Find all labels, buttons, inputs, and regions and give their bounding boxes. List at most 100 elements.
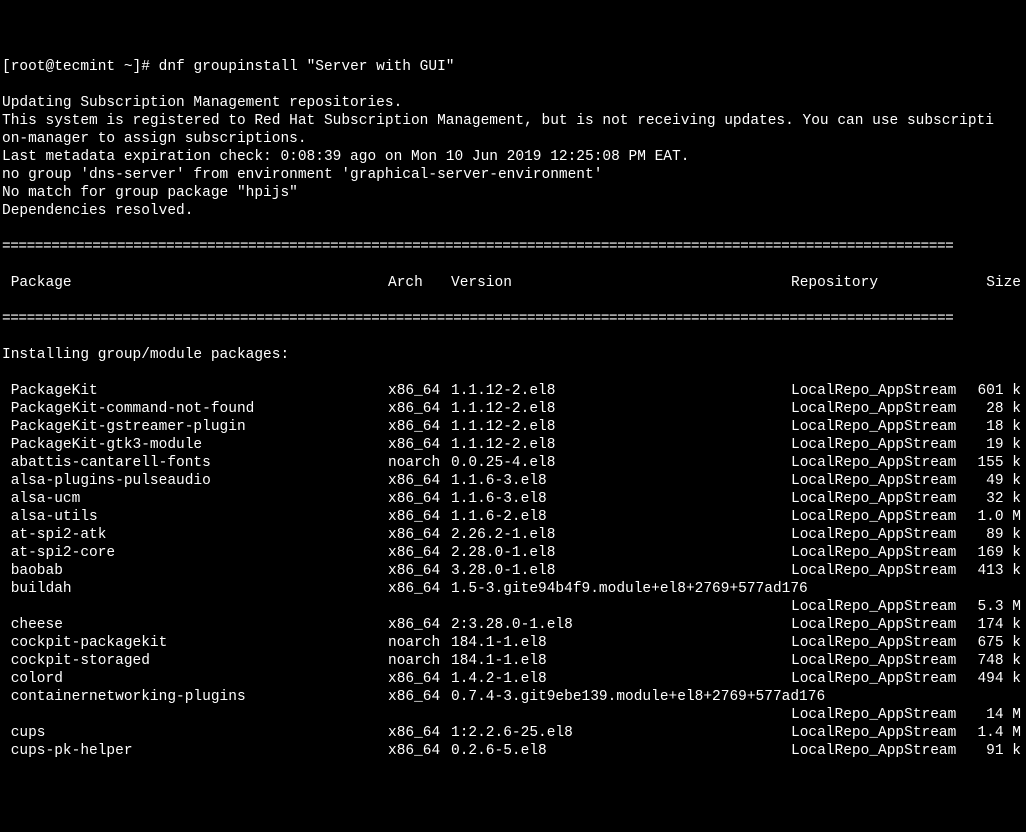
output-line: Dependencies resolved. <box>2 202 1024 220</box>
output-line: This system is registered to Red Hat Sub… <box>2 112 1024 130</box>
cell-version: 2:3.28.0-1.el8 <box>451 616 791 634</box>
cell-size: 155 k <box>966 454 1021 472</box>
header-package: Package <box>2 274 388 292</box>
cell-repository: LocalRepo_AppStream <box>791 544 966 562</box>
cell-repository: LocalRepo_AppStream <box>791 616 966 634</box>
table-row: PackageKit-gstreamer-pluginx86_641.1.12-… <box>2 418 1024 436</box>
cell-repository <box>791 688 966 706</box>
table-row: alsa-utilsx86_641.1.6-2.el8LocalRepo_App… <box>2 508 1024 526</box>
output-line: no group 'dns-server' from environment '… <box>2 166 1024 184</box>
cell-size <box>966 580 1021 598</box>
table-row: PackageKitx86_641.1.12-2.el8LocalRepo_Ap… <box>2 382 1024 400</box>
cell-size: 28 k <box>966 400 1021 418</box>
cell-version: 1.1.6-3.el8 <box>451 472 791 490</box>
cell-repository: LocalRepo_AppStream <box>791 454 966 472</box>
cell-version: 1.1.12-2.el8 <box>451 436 791 454</box>
cell-arch: noarch <box>388 454 451 472</box>
cell-arch: x86_64 <box>388 382 451 400</box>
cell-arch: x86_64 <box>388 580 451 598</box>
cell-package: at-spi2-core <box>2 544 388 562</box>
cell-repository: LocalRepo_AppStream <box>791 724 966 742</box>
cell-size: 32 k <box>966 490 1021 508</box>
cell-repository: LocalRepo_AppStream <box>791 562 966 580</box>
cell-package: cockpit-storaged <box>2 652 388 670</box>
cell-version: 1:2.2.6-25.el8 <box>451 724 791 742</box>
cell-repository: LocalRepo_AppStream <box>791 652 966 670</box>
cell-version: 1.4.2-1.el8 <box>451 670 791 688</box>
cell-arch <box>388 598 451 616</box>
table-row: cockpit-storagednoarch184.1-1.el8LocalRe… <box>2 652 1024 670</box>
table-row: cupsx86_641:2.2.6-25.el8LocalRepo_AppStr… <box>2 724 1024 742</box>
header-repository: Repository <box>791 274 966 292</box>
cell-package: colord <box>2 670 388 688</box>
cell-repository: LocalRepo_AppStream <box>791 472 966 490</box>
cell-version: 1.1.12-2.el8 <box>451 400 791 418</box>
table-row: LocalRepo_AppStream5.3 M <box>2 598 1024 616</box>
table-header-row: Package Arch Version Repository Size <box>2 274 1024 292</box>
cell-package <box>2 706 388 724</box>
table-row: colordx86_641.4.2-1.el8LocalRepo_AppStre… <box>2 670 1024 688</box>
table-row: containernetworking-pluginsx86_640.7.4-3… <box>2 688 1024 706</box>
cell-arch: x86_64 <box>388 436 451 454</box>
table-row: baobabx86_643.28.0-1.el8LocalRepo_AppStr… <box>2 562 1024 580</box>
header-arch: Arch <box>388 274 451 292</box>
cell-package: baobab <box>2 562 388 580</box>
shell-command: dnf groupinstall "Server with GUI" <box>159 58 455 76</box>
cell-arch <box>388 706 451 724</box>
cell-arch: x86_64 <box>388 688 451 706</box>
cell-version: 1.1.6-3.el8 <box>451 490 791 508</box>
cell-version: 1.1.12-2.el8 <box>451 382 791 400</box>
cell-size: 1.0 M <box>966 508 1021 526</box>
section-label: Installing group/module packages: <box>2 346 1024 364</box>
cell-version: 1.5-3.gite94b4f9.module+el8+2769+577ad17… <box>451 580 791 598</box>
cell-size: 5.3 M <box>966 598 1021 616</box>
cell-version: 2.28.0-1.el8 <box>451 544 791 562</box>
cell-version: 0.2.6-5.el8 <box>451 742 791 760</box>
cell-version: 184.1-1.el8 <box>451 634 791 652</box>
cell-repository: LocalRepo_AppStream <box>791 598 966 616</box>
cell-size: 413 k <box>966 562 1021 580</box>
cell-repository: LocalRepo_AppStream <box>791 526 966 544</box>
cell-package: PackageKit-gtk3-module <box>2 436 388 454</box>
table-row: LocalRepo_AppStream 14 M <box>2 706 1024 724</box>
cell-size: 601 k <box>966 382 1021 400</box>
cell-arch: x86_64 <box>388 490 451 508</box>
divider-bottom: ========================================… <box>2 310 1024 328</box>
cell-package: alsa-plugins-pulseaudio <box>2 472 388 490</box>
cell-version: 3.28.0-1.el8 <box>451 562 791 580</box>
header-version: Version <box>451 274 791 292</box>
cell-size: 748 k <box>966 652 1021 670</box>
cell-repository: LocalRepo_AppStream <box>791 670 966 688</box>
cell-arch: x86_64 <box>388 508 451 526</box>
output-line: Last metadata expiration check: 0:08:39 … <box>2 148 1024 166</box>
cell-repository: LocalRepo_AppStream <box>791 490 966 508</box>
output-line: No match for group package "hpijs" <box>2 184 1024 202</box>
cell-package <box>2 598 388 616</box>
cell-size: 14 M <box>966 706 1021 724</box>
divider-top: ========================================… <box>2 238 1024 256</box>
cell-package: at-spi2-atk <box>2 526 388 544</box>
cell-package: buildah <box>2 580 388 598</box>
table-row: buildahx86_641.5-3.gite94b4f9.module+el8… <box>2 580 1024 598</box>
table-row: cups-pk-helperx86_640.2.6-5.el8LocalRepo… <box>2 742 1024 760</box>
output-line: Updating Subscription Management reposit… <box>2 94 1024 112</box>
cell-arch: x86_64 <box>388 418 451 436</box>
cell-package: alsa-utils <box>2 508 388 526</box>
cell-arch: x86_64 <box>388 616 451 634</box>
cell-package: PackageKit <box>2 382 388 400</box>
cell-repository: LocalRepo_AppStream <box>791 742 966 760</box>
cell-version: 2.26.2-1.el8 <box>451 526 791 544</box>
cell-version <box>451 598 791 616</box>
cell-repository: LocalRepo_AppStream <box>791 418 966 436</box>
cell-version: 0.0.25-4.el8 <box>451 454 791 472</box>
cell-package: abattis-cantarell-fonts <box>2 454 388 472</box>
cell-package: cheese <box>2 616 388 634</box>
cell-size: 19 k <box>966 436 1021 454</box>
table-row: PackageKit-gtk3-modulex86_641.1.12-2.el8… <box>2 436 1024 454</box>
cell-arch: x86_64 <box>388 526 451 544</box>
cell-size: 18 k <box>966 418 1021 436</box>
package-list: PackageKitx86_641.1.12-2.el8LocalRepo_Ap… <box>2 382 1024 760</box>
cell-size <box>966 688 1021 706</box>
cell-size: 675 k <box>966 634 1021 652</box>
cell-size: 49 k <box>966 472 1021 490</box>
